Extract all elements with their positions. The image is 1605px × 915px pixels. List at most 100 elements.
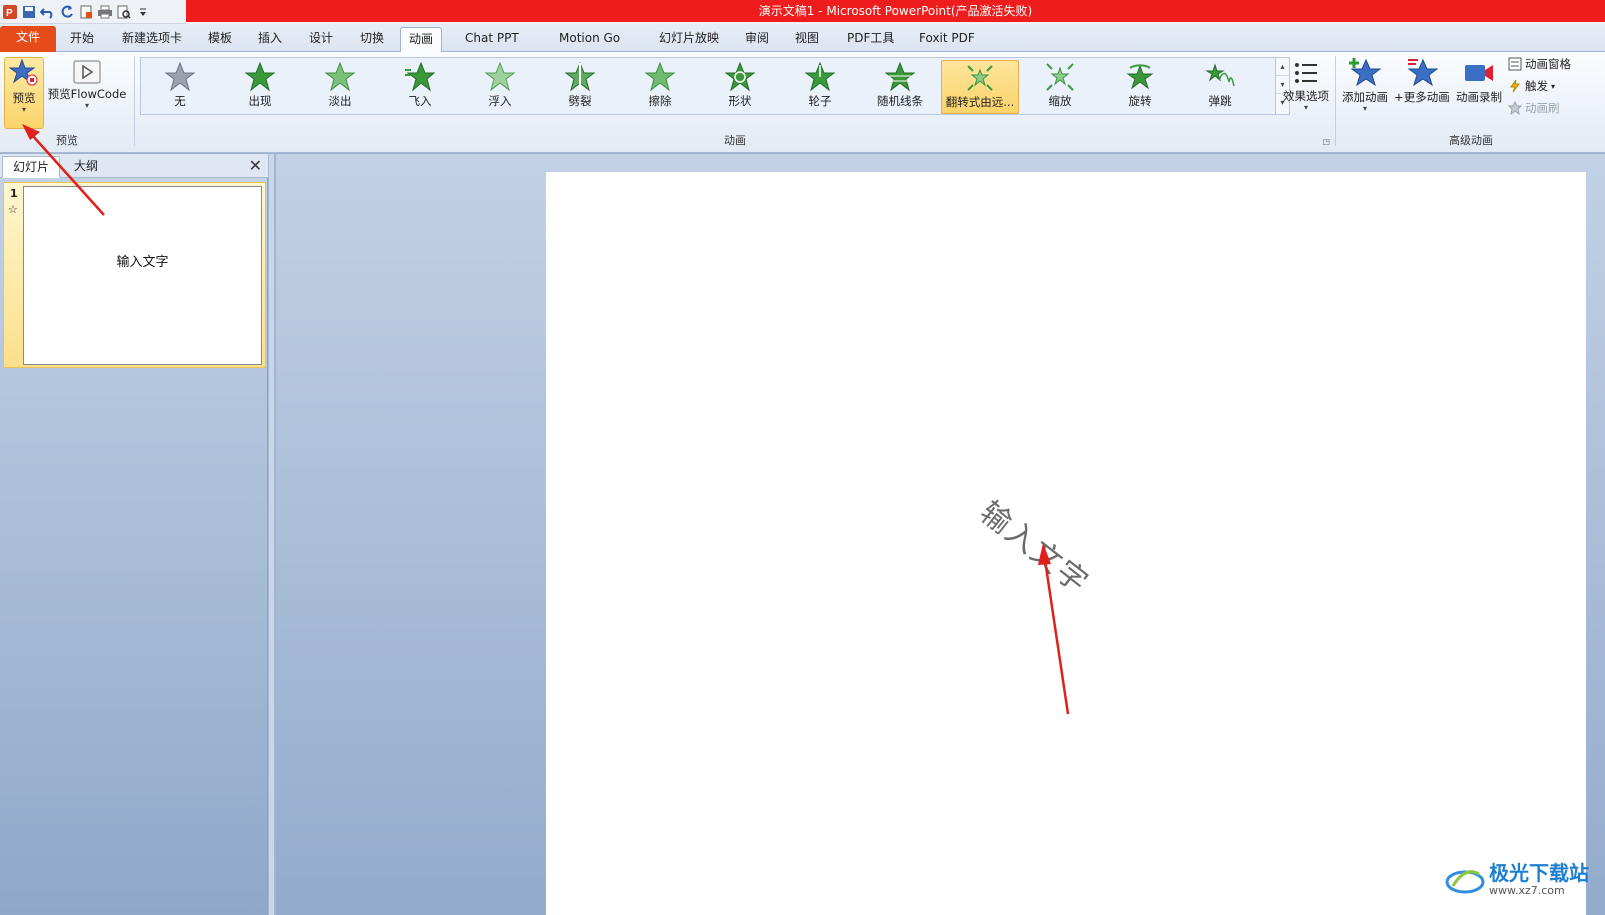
preview-flowcode-button[interactable]: 预览FlowCode ▾ — [46, 60, 128, 110]
dialog-launcher-icon[interactable]: ◳ — [1322, 137, 1330, 146]
tab-file[interactable]: 文件 — [0, 26, 56, 52]
print-preview-icon[interactable] — [116, 4, 132, 20]
pane-splitter[interactable] — [268, 154, 275, 915]
watermark-url: www.xz7.com — [1489, 884, 1565, 897]
star-wipe-icon — [645, 62, 675, 92]
tab-new-tab[interactable]: 新建选项卡 — [114, 27, 190, 52]
close-icon[interactable]: ✕ — [249, 156, 262, 176]
group-divider — [1335, 56, 1336, 146]
video-camera-icon — [1465, 65, 1493, 81]
quick-access-toolbar: P — [0, 0, 186, 24]
animation-painter-icon — [1508, 101, 1522, 115]
add-star-icon — [1349, 58, 1381, 87]
svg-text:P: P — [6, 8, 13, 19]
tab-insert[interactable]: 插入 — [250, 27, 290, 52]
animation-wheel[interactable]: 轮子 — [781, 60, 859, 114]
ribbon: 预览 ▾ 预览FlowCode ▾ 预览 无 出现 淡出 飞入 浮入 劈裂 擦除… — [0, 52, 1605, 153]
lightning-icon — [1510, 79, 1520, 93]
window-title: 演示文稿1 - Microsoft PowerPoint(产品激活失败) — [186, 0, 1605, 22]
chevron-down-icon: ▾ — [21, 105, 26, 114]
slide[interactable]: 输入文字 — [546, 172, 1586, 915]
add-animation-button[interactable]: 添加动画 ▾ — [1339, 57, 1391, 113]
chevron-down-icon: ▾ — [84, 101, 89, 110]
redo-icon[interactable] — [59, 4, 75, 20]
animation-pane-button[interactable]: 动画窗格 — [1508, 56, 1571, 72]
preview-group-label: 预览 — [56, 134, 78, 147]
animation-grow-turn[interactable]: 翻转式由远... — [941, 60, 1019, 114]
slide-text-box[interactable]: 输入文字 — [972, 489, 1100, 602]
tab-motion-go[interactable]: Motion Go — [551, 27, 628, 52]
preview-star-icon — [9, 58, 38, 86]
tab-transitions[interactable]: 切换 — [352, 27, 392, 52]
play-icon — [73, 60, 101, 84]
animation-shape[interactable]: 形状 — [701, 60, 779, 114]
animation-random-bars[interactable]: 随机线条 — [861, 60, 939, 114]
powerpoint-logo-icon[interactable]: P — [2, 4, 18, 20]
pane-tabs: 幻灯片 大纲 ✕ — [0, 154, 268, 178]
star-float-in-icon — [485, 62, 515, 92]
star-wheel-icon — [805, 62, 835, 92]
trigger-button[interactable]: 触发 ▾ — [1508, 78, 1555, 94]
tab-pdf-tools[interactable]: PDF工具 — [839, 27, 902, 52]
slide-thumbnail-item[interactable]: 1 ☆ 输入文字 — [3, 182, 266, 368]
star-green-fade-icon — [325, 62, 355, 92]
tab-template[interactable]: 模板 — [200, 27, 240, 52]
watermark-title: 极光下载站 — [1489, 861, 1589, 885]
animation-split[interactable]: 劈裂 — [541, 60, 619, 114]
more-animation-button[interactable]: +更多动画 — [1393, 57, 1451, 105]
tab-design[interactable]: 设计 — [301, 27, 341, 52]
record-animation-button[interactable]: 动画录制 — [1453, 57, 1505, 105]
tab-home[interactable]: 开始 — [62, 27, 102, 52]
star-shape-icon — [725, 62, 755, 92]
advanced-group-label: 高级动画 — [1449, 134, 1493, 147]
animation-gallery: 无 出现 淡出 飞入 浮入 劈裂 擦除 形状 轮子 随机线条 翻转式由远... … — [140, 57, 1290, 115]
animation-bounce[interactable]: 弹跳 — [1181, 60, 1259, 114]
star-gray-icon — [165, 62, 195, 92]
animation-none[interactable]: 无 — [141, 60, 219, 114]
star-fly-in-icon — [405, 62, 435, 92]
star-grow-turn-icon — [967, 65, 993, 91]
ribbon-tabs: 文件 开始 新建选项卡 模板 插入 设计 切换 动画 Chat PPT Moti… — [0, 24, 1605, 53]
effect-options-button[interactable]: 效果选项 ▾ — [1280, 60, 1332, 112]
more-star-icon — [1407, 58, 1438, 87]
tab-outline[interactable]: 大纲 — [64, 156, 108, 178]
watermark: 极光下载站 www.xz7.com — [1445, 862, 1589, 897]
watermark-logo-icon — [1445, 869, 1485, 893]
tab-animations[interactable]: 动画 — [400, 27, 443, 53]
animation-group: 无 出现 淡出 飞入 浮入 劈裂 擦除 形状 轮子 随机线条 翻转式由远... … — [136, 54, 1334, 150]
print-icon[interactable] — [97, 4, 113, 20]
preview-group: 预览 ▾ 预览FlowCode ▾ 预览 — [0, 54, 134, 150]
star-spin-icon — [1126, 64, 1154, 90]
animation-group-label: 动画 — [724, 134, 746, 147]
animation-appear[interactable]: 出现 — [221, 60, 299, 114]
chevron-down-icon: ▾ — [1303, 103, 1308, 112]
save-icon[interactable] — [21, 4, 37, 20]
animation-star-icon: ☆ — [8, 203, 18, 216]
chevron-down-icon: ▾ — [1362, 104, 1367, 113]
new-slide-icon[interactable] — [78, 4, 94, 20]
animation-pane-icon — [1508, 57, 1522, 71]
tab-view[interactable]: 视图 — [787, 27, 827, 52]
tab-foxit-pdf[interactable]: Foxit PDF — [911, 27, 983, 52]
slides-pane: 幻灯片 大纲 ✕ 1 ☆ 输入文字 — [0, 154, 268, 915]
group-divider — [134, 56, 135, 146]
tab-slideshow[interactable]: 幻灯片放映 — [651, 27, 727, 52]
tab-slides[interactable]: 幻灯片 — [2, 156, 61, 178]
chevron-down-icon: ▾ — [1551, 81, 1556, 91]
slide-thumbnail[interactable]: 输入文字 — [23, 186, 262, 365]
animation-fade[interactable]: 淡出 — [301, 60, 379, 114]
slide-number: 1 — [10, 187, 18, 200]
preview-button[interactable]: 预览 ▾ — [4, 57, 44, 129]
undo-icon[interactable] — [40, 4, 56, 20]
animation-fly-in[interactable]: 飞入 — [381, 60, 459, 114]
animation-float-in[interactable]: 浮入 — [461, 60, 539, 114]
tab-review[interactable]: 审阅 — [737, 27, 777, 52]
animation-spin[interactable]: 旋转 — [1101, 60, 1179, 114]
star-bounce-icon — [1205, 63, 1235, 87]
animation-painter-button[interactable]: 动画刷 — [1508, 100, 1560, 116]
list-icon — [1295, 63, 1317, 83]
animation-wipe[interactable]: 擦除 — [621, 60, 699, 114]
animation-zoom[interactable]: 缩放 — [1021, 60, 1099, 114]
customize-toolbar-icon[interactable] — [135, 4, 151, 20]
tab-chat-ppt[interactable]: Chat PPT — [457, 27, 527, 52]
